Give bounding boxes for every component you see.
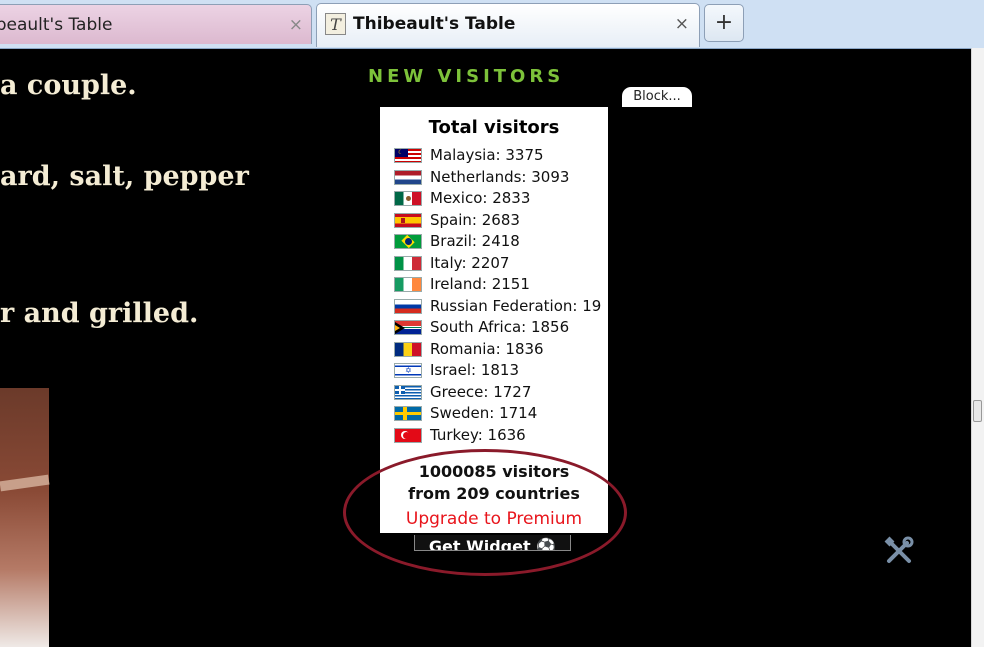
widget-title: Total visitors [428, 117, 560, 138]
list-item: South Africa: 1856 [394, 317, 608, 339]
upgrade-to-premium-link[interactable]: Upgrade to Premium [380, 509, 608, 529]
mexico-flag-icon [394, 191, 422, 206]
new-visitors-heading: NEW VISITORS [368, 66, 565, 87]
country-count: Brazil: 2418 [430, 232, 520, 250]
country-count: Russian Federation: 19 [430, 296, 602, 315]
visitor-summary: 1000085 visitors from 209 countries [380, 461, 608, 505]
country-count: Israel: 1813 [430, 361, 519, 379]
italy-flag-icon [394, 255, 422, 271]
list-item: Brazil: 2418 [394, 231, 608, 253]
total-countries-count: from 209 countries [408, 484, 580, 503]
recipe-text-line: ard, salt, pepper [0, 161, 249, 192]
country-count: Italy: 2207 [430, 253, 510, 272]
country-count: Turkey: 1636 [430, 425, 526, 444]
israel-flag-icon: ✡ [394, 363, 422, 378]
total-visitors-count: 1000085 visitors [418, 462, 570, 481]
tab-thibeaults-table-background[interactable]: ibeault's Table × [0, 4, 312, 44]
get-widget-button[interactable]: Get Widget ⚽ [414, 535, 571, 551]
country-count: Ireland: 2151 [430, 275, 530, 293]
list-item: Turkey: 1636 [394, 425, 608, 447]
visitor-counter-widget: Total visitors ☾ Malaysia: 3375 Netherla… [380, 107, 608, 533]
tab-strip: ibeault's Table × T Thibeault's Table × … [0, 0, 984, 49]
list-item: Greece: 1727 [394, 382, 608, 404]
russia-flag-icon [394, 298, 422, 314]
list-item: Sweden: 1714 [394, 403, 608, 425]
malaysia-flag-icon: ☾ [394, 148, 422, 163]
country-count: Mexico: 2833 [430, 189, 531, 207]
list-item: Mexico: 2833 [394, 188, 608, 210]
tab-close-icon[interactable]: × [289, 15, 303, 35]
tab-close-icon[interactable]: × [675, 14, 689, 34]
list-item: Italy: 2207 [394, 253, 608, 275]
list-item: Netherlands: 3093 [394, 167, 608, 189]
list-item: Romania: 1836 [394, 339, 608, 361]
list-item: Ireland: 2151 [394, 274, 608, 296]
list-item: Russian Federation: 19 [394, 296, 608, 318]
country-count: Malaysia: 3375 [430, 146, 544, 164]
list-item: Spain: 2683 [394, 210, 608, 232]
recipe-text-line: a couple. [0, 70, 137, 101]
country-list: ☾ Malaysia: 3375 Netherlands: 3093 Mexic… [394, 145, 608, 446]
tools-icon[interactable] [883, 535, 915, 567]
turkey-flag-icon [394, 427, 422, 443]
country-count: Sweden: 1714 [430, 404, 538, 422]
site-favicon-icon: T [325, 13, 346, 35]
brazil-flag-icon [394, 234, 422, 249]
country-count: Spain: 2683 [430, 210, 520, 229]
netherlands-flag-icon [394, 169, 422, 185]
country-count: Greece: 1727 [430, 382, 532, 401]
tab-title: ibeault's Table [0, 15, 113, 35]
ireland-flag-icon [394, 277, 422, 292]
country-count: Romania: 1836 [430, 339, 544, 358]
globe-icon: ⚽ [536, 537, 557, 551]
sweden-flag-icon [394, 406, 422, 421]
list-item: ✡ Israel: 1813 [394, 360, 608, 382]
get-widget-label: Get Widget [428, 537, 531, 551]
recipe-text-line: r and grilled. [0, 298, 199, 329]
new-tab-button[interactable]: + [704, 4, 744, 42]
tab-thibeaults-table-active[interactable]: T Thibeault's Table × [316, 3, 700, 47]
romania-flag-icon [394, 341, 422, 357]
greece-flag-icon [394, 384, 422, 400]
spain-flag-icon [394, 212, 422, 228]
list-item: ☾ Malaysia: 3375 [394, 145, 608, 167]
block-button[interactable]: Block... [622, 87, 692, 107]
page-scrollbar[interactable] [971, 48, 984, 647]
country-count: Netherlands: 3093 [430, 167, 570, 186]
recipe-photo [0, 388, 49, 647]
south-africa-flag-icon [394, 320, 422, 335]
tab-title: Thibeault's Table [353, 14, 516, 34]
country-count: South Africa: 1856 [430, 318, 570, 336]
scrollbar-grip[interactable] [973, 400, 982, 422]
